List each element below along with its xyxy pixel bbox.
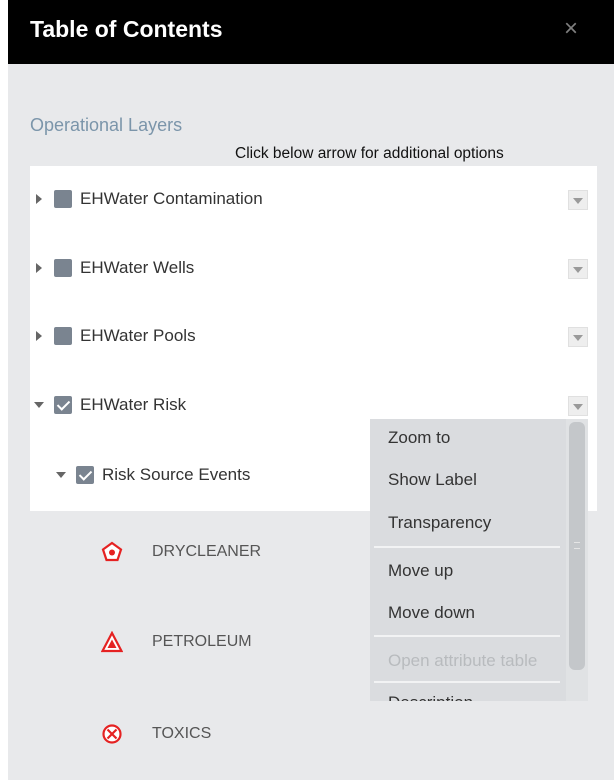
legend-label: TOXICS [152, 725, 212, 742]
layer-options-dropdown-icon[interactable] [568, 190, 588, 210]
menu-scrollbar[interactable] [566, 419, 588, 701]
legend-label: DRYCLEANER [152, 543, 262, 560]
menu-item-open-attribute-table[interactable]: Open attribute table [388, 651, 538, 671]
layer-options-dropdown-icon[interactable] [568, 396, 588, 416]
legend-item-drycleaner: DRYCLEANER [100, 539, 261, 565]
triangle-marker-icon [100, 630, 124, 654]
section-label: Operational Layers [30, 115, 183, 135]
menu-item-show-label[interactable]: Show Label [388, 470, 477, 490]
layer-checkbox-checked[interactable] [54, 396, 72, 414]
expand-arrow-icon[interactable] [36, 331, 42, 341]
legend-label: PETROLEUM [152, 633, 252, 650]
panel-title: Table of Contents [30, 16, 223, 42]
legend-item-toxics: TOXICS [100, 721, 211, 747]
sublayer-checkbox-checked[interactable] [76, 466, 94, 484]
layer-options-dropdown-icon[interactable] [568, 327, 588, 347]
menu-separator [374, 681, 560, 683]
layer-row-ehwater-pools[interactable]: EHWater Pools [36, 324, 196, 348]
collapse-arrow-icon[interactable] [34, 402, 44, 408]
sublayer-row-risk-source-events[interactable]: Risk Source Events [56, 463, 250, 487]
legend-item-petroleum: PETROLEUM [100, 629, 252, 655]
menu-scrollbar-thumb[interactable] [569, 422, 585, 670]
pentagon-marker-icon [100, 540, 124, 564]
layer-row-ehwater-contamination[interactable]: EHWater Contamination [36, 187, 263, 211]
layer-checkbox[interactable] [54, 327, 72, 345]
expand-arrow-icon[interactable] [36, 263, 42, 273]
layer-checkbox[interactable] [54, 190, 72, 208]
menu-item-move-up[interactable]: Move up [388, 561, 453, 581]
layer-label: EHWater Wells [80, 258, 195, 277]
sublayer-label: Risk Source Events [102, 465, 251, 484]
expand-arrow-icon[interactable] [36, 194, 42, 204]
menu-separator [374, 635, 560, 637]
menu-separator [374, 546, 560, 548]
circle-x-marker-icon [100, 722, 124, 746]
menu-item-transparency[interactable]: Transparency [388, 513, 491, 533]
layer-row-ehwater-wells[interactable]: EHWater Wells [36, 256, 194, 280]
menu-item-zoom-to[interactable]: Zoom to [388, 428, 450, 448]
layer-checkbox[interactable] [54, 259, 72, 277]
layer-row-ehwater-risk[interactable]: EHWater Risk [34, 393, 186, 417]
title-bar: Table of Contents × [8, 0, 614, 64]
scrollbar-grip-icon [574, 542, 580, 549]
menu-item-move-down[interactable]: Move down [388, 603, 475, 623]
layer-label: EHWater Contamination [80, 189, 263, 208]
layer-options-dropdown-icon[interactable] [568, 259, 588, 279]
layer-label: EHWater Pools [80, 326, 196, 345]
layer-label: EHWater Risk [80, 395, 187, 414]
collapse-arrow-icon[interactable] [56, 472, 66, 478]
options-hint: Click below arrow for additional options [235, 145, 504, 162]
toc-panel: Table of Contents × Operational Layers C… [8, 0, 614, 780]
menu-item-description[interactable]: Description [388, 693, 473, 701]
layer-options-menu: Zoom to Show Label Transparency Move up … [370, 419, 588, 701]
close-icon[interactable]: × [564, 17, 578, 41]
